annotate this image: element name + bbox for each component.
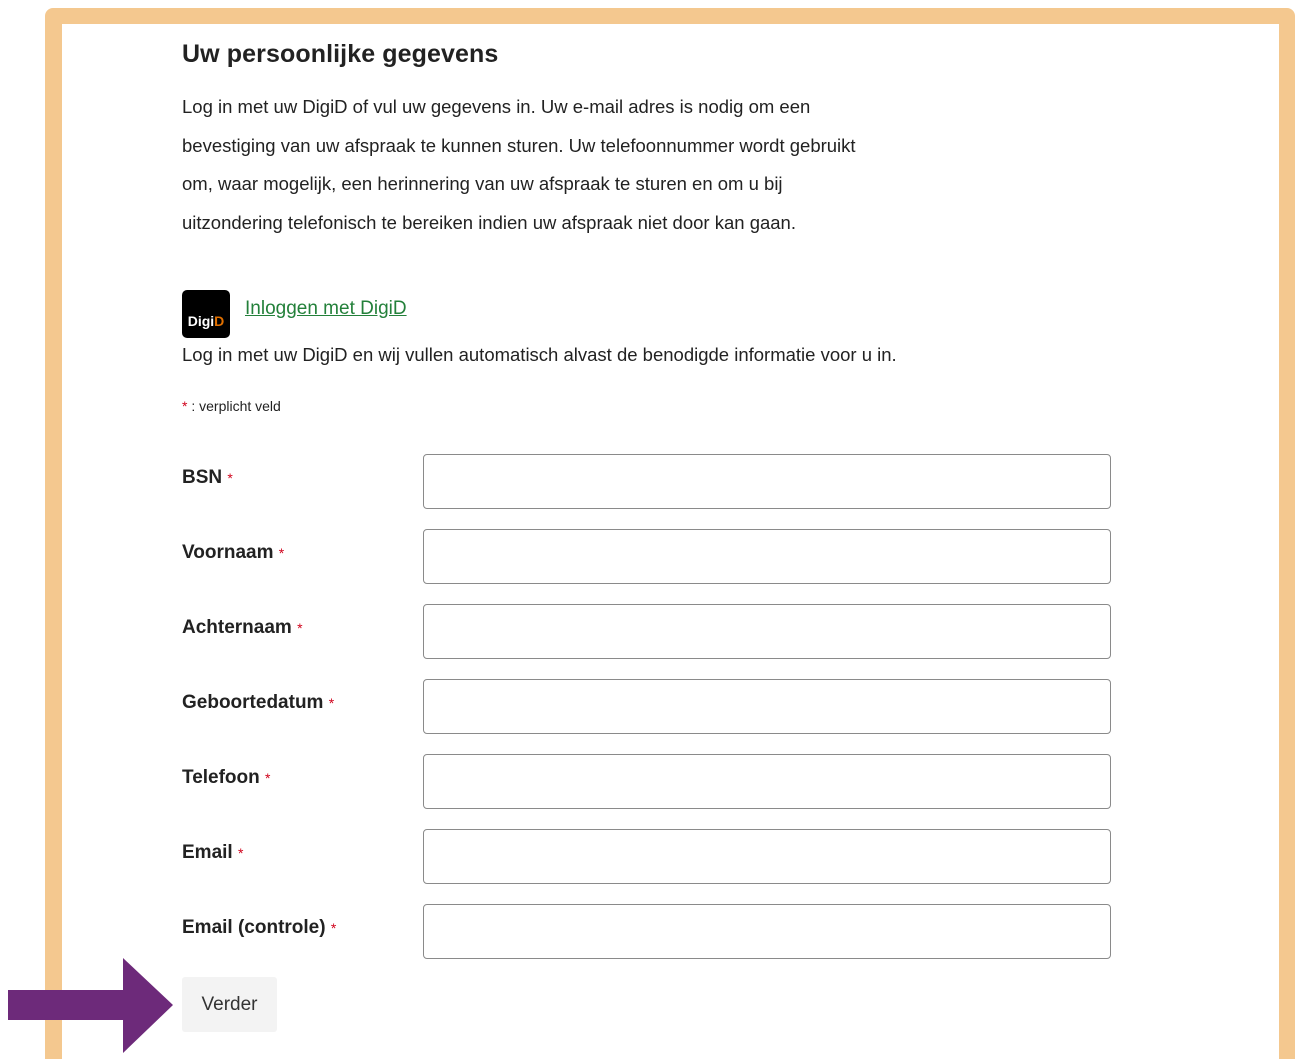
required-star: * <box>328 695 335 711</box>
last-name-field[interactable] <box>423 604 1111 659</box>
intro-line: om, waar mogelijk, een herinnering van u… <box>182 173 783 195</box>
phone-label: Telefoon * <box>182 767 271 789</box>
field-label-text: Achternaam <box>182 617 292 638</box>
field-label-text: Geboortedatum <box>182 692 324 713</box>
next-button[interactable]: Verder <box>182 977 277 1032</box>
arrow-right-icon <box>8 958 173 1053</box>
field-label-text: Telefoon <box>182 767 260 788</box>
required-star: * <box>227 470 233 486</box>
field-label-text: Email (controle) <box>182 917 326 938</box>
intro-text: Log in met uw DigiD of vul uw gegevens i… <box>182 88 982 243</box>
field-label-text: BSN <box>182 467 223 488</box>
email-field[interactable] <box>423 829 1111 884</box>
digid-logo-text: Digi <box>187 313 215 329</box>
email-confirm-field[interactable] <box>423 904 1111 959</box>
required-star: * <box>297 620 303 636</box>
first-name-field[interactable] <box>423 529 1111 584</box>
first-name-label: Voornaam * <box>182 542 284 564</box>
required-note-text: : verplicht veld <box>187 398 281 414</box>
digid-logo[interactable]: Digi D <box>182 290 230 338</box>
required-star: * <box>265 770 271 786</box>
field-label-text: Voornaam <box>182 542 274 563</box>
intro-line: uitzondering telefonisch te bereiken ind… <box>182 212 796 234</box>
field-label-text: Email <box>182 842 233 863</box>
email-confirm-label: Email (controle) * <box>182 917 336 939</box>
intro-line: bevestiging van uw afspraak te kunnen st… <box>182 134 856 156</box>
page-title: Uw persoonlijke gegevens <box>182 40 499 68</box>
required-star: * <box>237 845 244 861</box>
digid-description: Log in met uw DigiD en wij vullen automa… <box>182 344 897 365</box>
birth-date-field[interactable] <box>423 679 1111 734</box>
birth-date-label: Geboortedatum * <box>182 692 334 714</box>
required-star: * <box>278 545 285 561</box>
last-name-label: Achternaam * <box>182 617 303 639</box>
email-label: Email * <box>182 842 243 864</box>
phone-field[interactable] <box>423 754 1111 809</box>
required-field-note: * : verplicht veld <box>182 398 281 414</box>
bsn-field[interactable] <box>423 454 1111 509</box>
digid-login-link[interactable]: Inloggen met DigiD <box>245 298 407 320</box>
digid-logo-text-accent: D <box>214 313 225 329</box>
intro-line: Log in met uw DigiD of vul uw gegevens i… <box>182 96 811 117</box>
bsn-label: BSN * <box>182 467 233 489</box>
required-star: * <box>330 920 337 936</box>
